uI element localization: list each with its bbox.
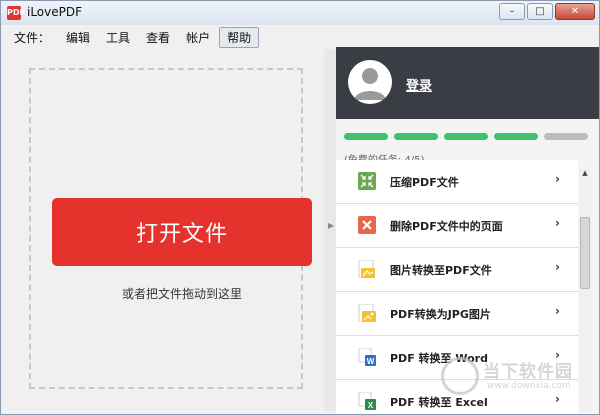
scroll-up-icon[interactable]: ▲ (580, 169, 590, 179)
task-segment (544, 133, 588, 140)
minimize-button[interactable]: – (499, 3, 525, 20)
tool-label: PDF转换为JPG图片 (390, 308, 491, 321)
menu-edit[interactable]: 编辑 (59, 28, 97, 47)
tool-label: 删除PDF文件中的页面 (390, 220, 503, 233)
task-segment (494, 133, 538, 140)
menu-tools[interactable]: 工具 (99, 28, 137, 47)
watermark-url: www.downxia.com (487, 381, 571, 391)
avatar-icon[interactable] (348, 60, 392, 104)
menu-bar: 文件： 编辑 工具 查看 帐户 帮助 (1, 26, 599, 48)
login-link[interactable]: 登录 (406, 75, 432, 94)
compress-icon (358, 172, 376, 190)
svg-text:X: X (368, 401, 374, 410)
tool-item-pdf-to-jpg[interactable]: PDF转换为JPG图片 › (336, 292, 578, 336)
scroll-thumb[interactable] (580, 217, 590, 289)
tool-label: 图片转换至PDF文件 (390, 264, 492, 277)
menu-help[interactable]: 帮助 (219, 26, 260, 48)
tool-item-image-to-pdf[interactable]: 图片转换至PDF文件 › (336, 248, 578, 292)
svg-text:W: W (367, 357, 375, 366)
pane-splitter[interactable]: ▶ (324, 49, 336, 411)
image-to-pdf-icon (358, 260, 375, 278)
watermark-logo-icon (441, 357, 479, 395)
menu-file[interactable]: 文件： (7, 28, 57, 47)
title-bar[interactable]: PDF iLovePDF – □ ✕ (1, 1, 599, 25)
excel-icon: X (358, 392, 376, 410)
open-file-button[interactable]: 打开文件 (52, 198, 312, 266)
app-logo-icon: PDF (7, 6, 25, 20)
collapse-arrow-icon[interactable]: ▶ (328, 221, 334, 230)
task-segment (344, 133, 388, 140)
pdf-to-jpg-icon (358, 304, 376, 322)
maximize-button[interactable]: □ (527, 3, 553, 20)
tool-item-compress[interactable]: 压缩PDF文件 › (336, 160, 578, 204)
chevron-right-icon: › (555, 216, 560, 230)
drag-hint-text: 或者把文件拖动到这里 (121, 287, 242, 301)
task-segment (444, 133, 488, 140)
delete-pages-icon (358, 216, 376, 234)
account-header: 登录 (336, 47, 599, 119)
tool-item-delete-pages[interactable]: 删除PDF文件中的页面 › (336, 204, 578, 248)
tool-label: 压缩PDF文件 (390, 176, 459, 189)
task-progress (344, 133, 588, 140)
app-window: PDF iLovePDF – □ ✕ 文件： 编辑 工具 查看 帐户 帮助 打开… (0, 0, 600, 415)
watermark: 当下软件园 www.downxia.com (441, 353, 591, 403)
chevron-right-icon: › (555, 260, 560, 274)
task-segment (394, 133, 438, 140)
menu-view[interactable]: 查看 (139, 28, 177, 47)
menu-account[interactable]: 帐户 (179, 28, 217, 47)
file-drop-pane: 打开文件 或者把文件拖动到这里 (9, 49, 323, 411)
watermark-title: 当下软件园 (483, 362, 573, 382)
drop-zone[interactable]: 打开文件 或者把文件拖动到这里 (29, 68, 312, 389)
chevron-right-icon: › (555, 304, 560, 318)
chevron-right-icon: › (555, 172, 560, 186)
window-title: iLovePDF (27, 5, 83, 19)
word-icon: W (358, 348, 376, 366)
close-button[interactable]: ✕ (555, 3, 595, 20)
